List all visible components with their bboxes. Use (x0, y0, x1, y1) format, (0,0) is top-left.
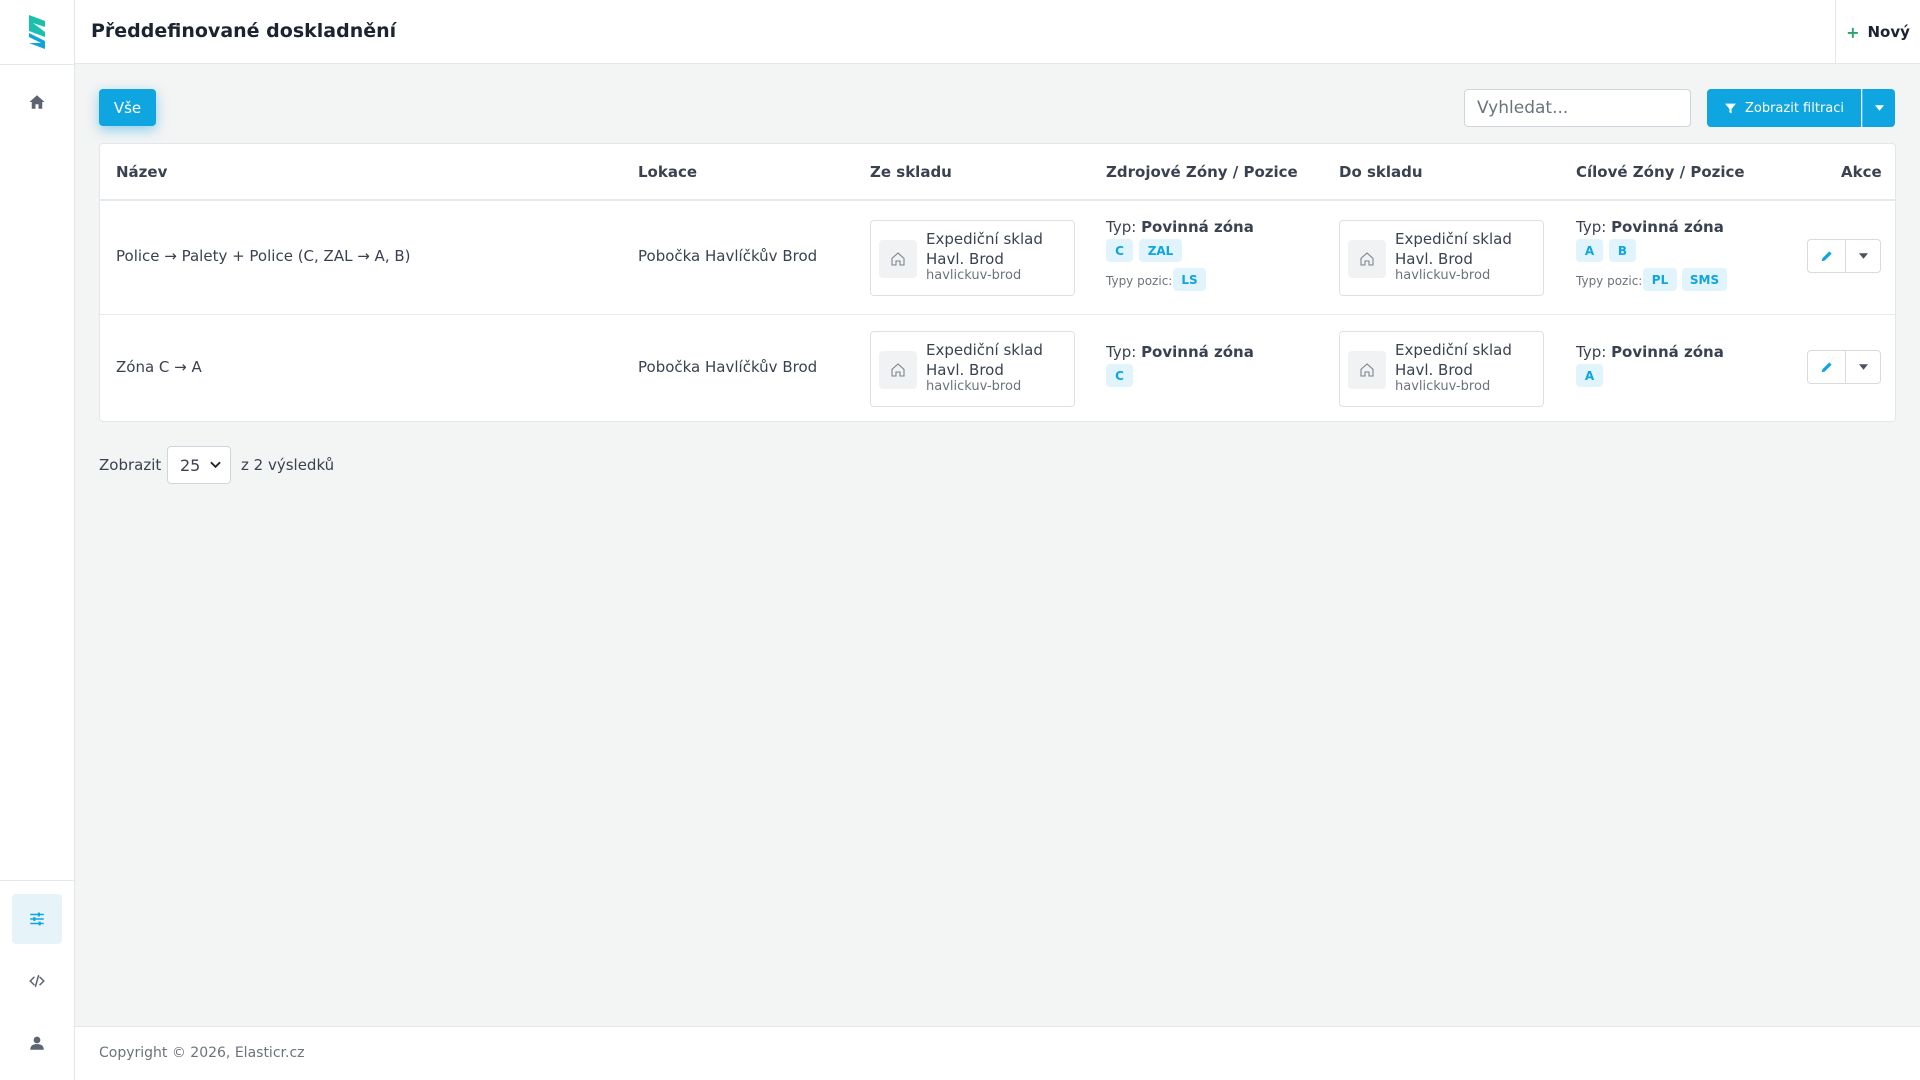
warehouse-icon (1348, 351, 1386, 389)
target-zone-type: Typ: Povinná zóna (1576, 218, 1724, 236)
edit-button[interactable] (1807, 239, 1846, 273)
warehouse-icon (1348, 240, 1386, 278)
warehouse-code: havlickuv-brod (926, 379, 1022, 394)
source-zone-type-value: Povinná zóna (1141, 218, 1254, 236)
funnel-icon (1725, 103, 1736, 113)
table-header-divider (100, 199, 1895, 201)
plus-icon: + (1846, 22, 1860, 42)
position-types-label: Typy pozic: (1576, 274, 1643, 288)
caret-down-icon (1858, 253, 1868, 259)
zone-badge: C (1106, 239, 1133, 262)
page-title: Předdefinované doskladnění (91, 20, 397, 42)
new-button-label: Nový (1867, 23, 1910, 41)
position-badge: SMS (1682, 268, 1727, 291)
column-header-from-warehouse[interactable]: Ze skladu (870, 163, 952, 181)
warehouse-name: Expediční sklad Havl. Brod (1395, 341, 1512, 379)
warehouse-icon (879, 351, 917, 389)
row-name: Zóna C → A (116, 358, 202, 376)
warehouse-icon (879, 240, 917, 278)
from-warehouse-card[interactable]: Expediční sklad Havl. Brod havlickuv-bro… (870, 331, 1075, 407)
position-types-label: Typy pozic: (1106, 274, 1173, 288)
show-filter-button[interactable]: Zobrazit filtraci (1707, 89, 1861, 127)
filter-dropdown-toggle[interactable] (1862, 89, 1895, 127)
user-icon (30, 1036, 44, 1050)
logo-icon[interactable] (26, 13, 48, 51)
target-zone-type-value: Povinná zóna (1611, 218, 1724, 236)
target-zone-type: Typ: Povinná zóna (1576, 343, 1724, 361)
zone-badge: C (1106, 364, 1133, 387)
target-zone-type-value: Povinná zóna (1611, 343, 1724, 361)
from-warehouse-card[interactable]: Expediční sklad Havl. Brod havlickuv-bro… (870, 220, 1075, 296)
column-header-target-zones[interactable]: Cílové Zóny / Pozice (1576, 163, 1745, 181)
new-button[interactable]: + Nový (1835, 0, 1920, 64)
zone-badge: A (1576, 239, 1603, 262)
caret-down-icon (1858, 364, 1868, 370)
warehouse-name: Expediční sklad Havl. Brod (926, 341, 1043, 379)
column-header-to-warehouse[interactable]: Do skladu (1339, 163, 1423, 181)
filter-all-button[interactable]: Vše (99, 89, 156, 126)
pencil-icon (1821, 362, 1832, 373)
sidebar-divider (0, 880, 75, 881)
sidebar-item-settings[interactable] (12, 894, 62, 944)
sidebar-item-developer[interactable] (12, 956, 62, 1006)
edit-button[interactable] (1807, 350, 1846, 384)
warehouse-code: havlickuv-brod (926, 268, 1022, 283)
column-header-name[interactable]: Název (116, 163, 167, 181)
caret-down-icon (1874, 105, 1884, 111)
source-zone-type: Typ: Povinná zóna (1106, 218, 1254, 236)
warehouse-code: havlickuv-brod (1395, 268, 1491, 283)
column-header-source-zones[interactable]: Zdrojové Zóny / Pozice (1106, 163, 1298, 181)
warehouse-name: Expediční sklad Havl. Brod (926, 230, 1043, 268)
row-actions-dropdown[interactable] (1846, 239, 1881, 273)
footer: Copyright © 2026, Elasticr.cz (75, 1026, 1920, 1080)
pencil-icon (1821, 251, 1832, 262)
source-zone-type-label: Typ: (1106, 343, 1137, 361)
sidebar-item-home[interactable] (12, 77, 62, 127)
position-badge: LS (1173, 268, 1206, 291)
sidebar (0, 0, 75, 1080)
sidebar-divider (0, 64, 75, 65)
position-badge: PL (1643, 268, 1677, 291)
warehouse-code: havlickuv-brod (1395, 379, 1491, 394)
code-icon (29, 975, 45, 987)
zone-badge: B (1609, 239, 1636, 262)
page-header: Předdefinované doskladnění + Nový (75, 0, 1920, 64)
restock-table: Název Lokace Ze skladu Zdrojové Zóny / P… (99, 143, 1896, 422)
target-zone-type-label: Typ: (1576, 343, 1607, 361)
page-size-select[interactable]: 25 (167, 446, 231, 484)
column-header-location[interactable]: Lokace (638, 163, 697, 181)
warehouse-name: Expediční sklad Havl. Brod (1395, 230, 1512, 268)
sliders-icon (30, 912, 44, 926)
to-warehouse-card[interactable]: Expediční sklad Havl. Brod havlickuv-bro… (1339, 220, 1544, 296)
copyright: Copyright © 2026, Elasticr.cz (99, 1045, 305, 1061)
zone-badge: ZAL (1139, 239, 1182, 262)
page-size-label: Zobrazit (99, 456, 162, 474)
row-name: Police → Palety + Police (C, ZAL → A, B) (116, 247, 411, 265)
row-actions-dropdown[interactable] (1846, 350, 1881, 384)
row-actions (1807, 350, 1895, 384)
page-size-value: 25 (180, 455, 201, 475)
row-divider (100, 314, 1895, 315)
row-location: Pobočka Havlíčkův Brod (638, 358, 818, 376)
home-icon (29, 95, 45, 109)
column-header-actions: Akce (1841, 163, 1882, 181)
source-zone-type-label: Typ: (1106, 218, 1137, 236)
chevron-down-icon (210, 461, 221, 469)
row-location: Pobočka Havlíčkův Brod (638, 247, 818, 265)
search-input[interactable] (1464, 89, 1691, 127)
source-zone-type: Typ: Povinná zóna (1106, 343, 1254, 361)
to-warehouse-card[interactable]: Expediční sklad Havl. Brod havlickuv-bro… (1339, 331, 1544, 407)
results-count: z 2 výsledků (241, 456, 335, 474)
zone-badge: A (1576, 364, 1603, 387)
sidebar-item-profile[interactable] (12, 1018, 62, 1068)
source-zone-type-value: Povinná zóna (1141, 343, 1254, 361)
show-filter-label: Zobrazit filtraci (1744, 100, 1845, 116)
target-zone-type-label: Typ: (1576, 218, 1607, 236)
row-actions (1807, 239, 1895, 273)
